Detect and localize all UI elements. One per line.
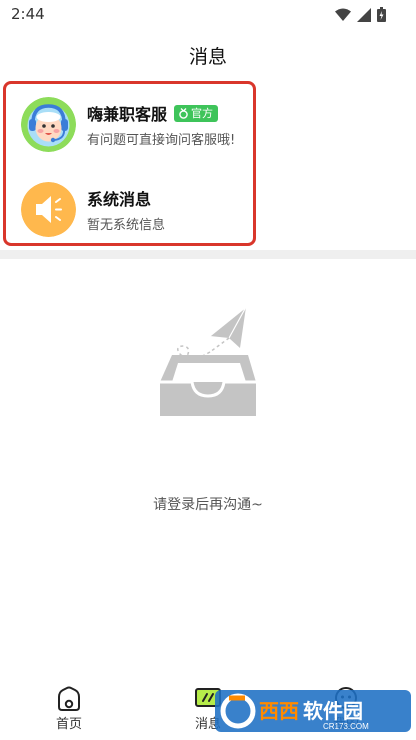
tab-home[interactable]: 首页 [39, 680, 99, 740]
status-time: 2:44 [11, 5, 45, 23]
empty-state-text: 请登录后再沟通~ [153, 497, 263, 513]
page-title: 消息 [188, 46, 227, 68]
status-bar: 2:44 [0, 0, 416, 30]
section-divider [0, 250, 416, 259]
svg-text:软件园: 软件园 [303, 699, 363, 723]
badge-medal-icon [179, 107, 188, 119]
message-title-row: 系统消息 [87, 186, 151, 210]
watermark-logo: 西西 软件园 CR173.COM [215, 688, 411, 734]
list-item-customer-service[interactable]: 嗨兼职客服 官方 有问题可直接询问客服哦! [6, 91, 253, 161]
battery-icon [377, 7, 386, 22]
svg-text:CR173.COM: CR173.COM [323, 722, 369, 731]
official-badge: 官方 [174, 104, 219, 122]
signal-icon [357, 7, 371, 22]
empty-inbox-icon [150, 302, 270, 426]
status-icons [335, 7, 386, 22]
message-title: 嗨兼职客服 [87, 105, 168, 124]
list-item-system-messages[interactable]: 系统消息 暂无系统信息 [6, 176, 253, 246]
svg-text:西西: 西西 [259, 701, 299, 723]
message-list: 嗨兼职客服 官方 有问题可直接询问客服哦! 系统消息 暂无系统信息 [3, 81, 256, 246]
message-subtitle: 暂无系统信息 [87, 218, 166, 233]
tab-label-home: 首页 [55, 717, 82, 732]
speaker-icon [21, 182, 76, 237]
customer-service-avatar-icon [21, 97, 76, 152]
message-title-row: 嗨兼职客服 官方 [87, 101, 219, 125]
wifi-icon [335, 8, 351, 21]
home-icon [58, 686, 80, 711]
badge-label: 官方 [191, 106, 214, 120]
message-title: 系统消息 [87, 190, 152, 209]
message-subtitle: 有问题可直接询问客服哦! [87, 133, 236, 148]
